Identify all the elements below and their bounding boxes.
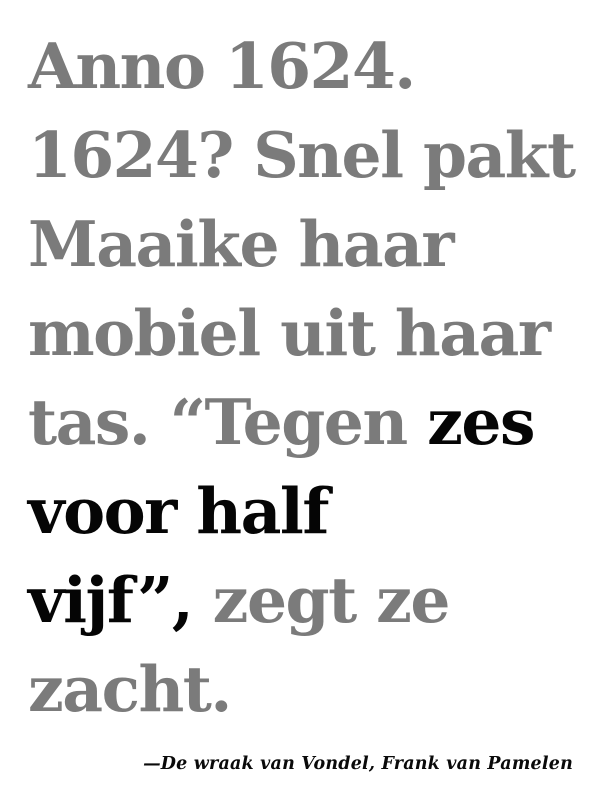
quote-line-3: Maaike haar <box>28 207 455 281</box>
quote-line-2: 1624? Snel pakt <box>28 118 576 192</box>
quote-line-1: Anno 1624. <box>28 29 416 103</box>
quote-emphasis-vijf: vijf”, <box>28 563 194 637</box>
quote-line-4: mobiel uit haar <box>28 296 551 370</box>
quote-text: Anno 1624. 1624? Snel pakt Maaike haar m… <box>28 22 588 734</box>
quote-emphasis-zes: zes <box>427 385 535 459</box>
page: Anno 1624. 1624? Snel pakt Maaike haar m… <box>0 0 600 800</box>
quote-line-5: tas. “Tegen zes <box>28 378 588 467</box>
quote-line-8: zacht. <box>28 652 232 726</box>
attribution: —De wraak van Vondel, Frank van Pamelen <box>143 754 573 774</box>
quote-line-5-plain: tas. “Tegen <box>28 385 428 459</box>
quote-line-7-plain: zegt ze <box>192 563 451 637</box>
quote-line-7: vijf”, zegt ze <box>28 556 588 645</box>
quote-emphasis-voor-half: voor half <box>28 474 329 548</box>
